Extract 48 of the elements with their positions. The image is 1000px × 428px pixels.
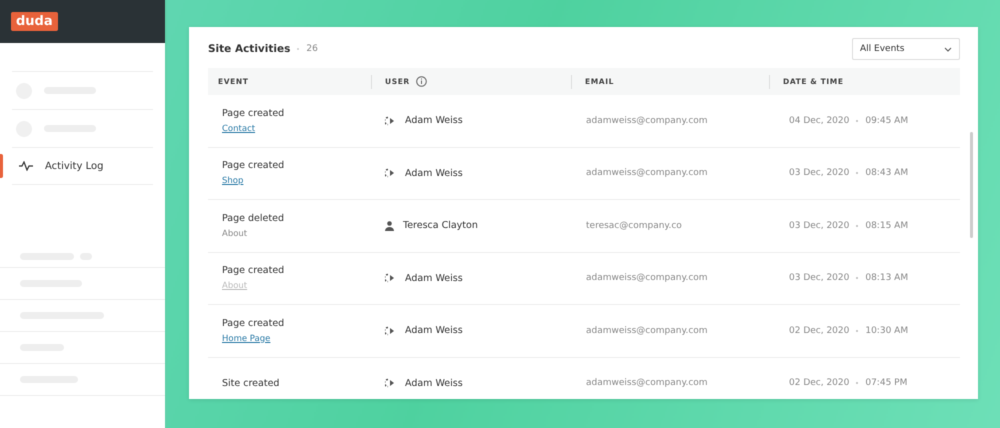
event-text: Page created — [222, 108, 286, 119]
date-text: 02 Dec, 2020 — [789, 326, 850, 336]
time-text: 10:30 AM — [865, 326, 908, 336]
time-text: 08:15 AM — [865, 220, 908, 231]
chevron-down-icon — [944, 46, 952, 52]
date-text: 03 Dec, 2020 — [789, 220, 850, 231]
email-text: adamweiss@company.com — [586, 168, 708, 178]
email-text: adamweiss@company.com — [586, 116, 708, 126]
event-filter-dropdown[interactable]: All Events — [852, 38, 960, 60]
page-link[interactable]: Home Page — [222, 334, 371, 344]
time-text: 08:43 AM — [865, 168, 908, 178]
scrollbar[interactable] — [970, 132, 973, 238]
logo[interactable]: duda — [11, 12, 58, 31]
event-text: Page deleted — [222, 212, 285, 224]
activity-count: 26 — [306, 44, 318, 54]
page-link[interactable]: Shop — [222, 176, 371, 186]
event-text: Page created — [222, 160, 286, 172]
user-name: Adam Weiss — [405, 168, 463, 179]
event-text: Site created — [222, 378, 280, 389]
separator-dot — [856, 330, 858, 332]
user-name: Adam Weiss — [405, 272, 463, 284]
event-text: Page created — [222, 265, 286, 276]
separator-dot — [856, 382, 858, 384]
panel-title: Site Activities — [208, 43, 290, 55]
page-link[interactable]: Contact — [222, 124, 371, 134]
time-text: 08:13 AM — [865, 273, 908, 284]
separator-dot — [856, 120, 858, 122]
email-text: adamweiss@company.com — [586, 326, 708, 336]
user-name: Teresca Clayton — [403, 220, 478, 232]
email-text: teresac@company.co — [586, 220, 682, 231]
email-text: adamweiss@company.com — [586, 378, 708, 388]
separator-dot — [856, 172, 858, 174]
date-text: 03 Dec, 2020 — [789, 273, 850, 284]
separator-dot — [856, 224, 858, 227]
date-text: 04 Dec, 2020 — [789, 116, 850, 126]
separator-dot — [297, 48, 300, 50]
email-text: adamweiss@company.com — [586, 273, 708, 284]
user-name: Adam Weiss — [405, 325, 463, 336]
user-name: Adam Weiss — [405, 378, 463, 389]
pulse-icon — [19, 161, 33, 171]
sidebar-item[interactable]: Activity Log — [12, 147, 153, 185]
user-name: Adam Weiss — [405, 115, 463, 126]
time-text: 07:45 PM — [865, 378, 908, 388]
time-text: 09:45 AM — [865, 116, 908, 126]
event-text: Page created — [222, 318, 286, 329]
date-text: 02 Dec, 2020 — [789, 378, 850, 388]
date-text: 03 Dec, 2020 — [789, 168, 850, 178]
separator-dot — [856, 277, 858, 280]
